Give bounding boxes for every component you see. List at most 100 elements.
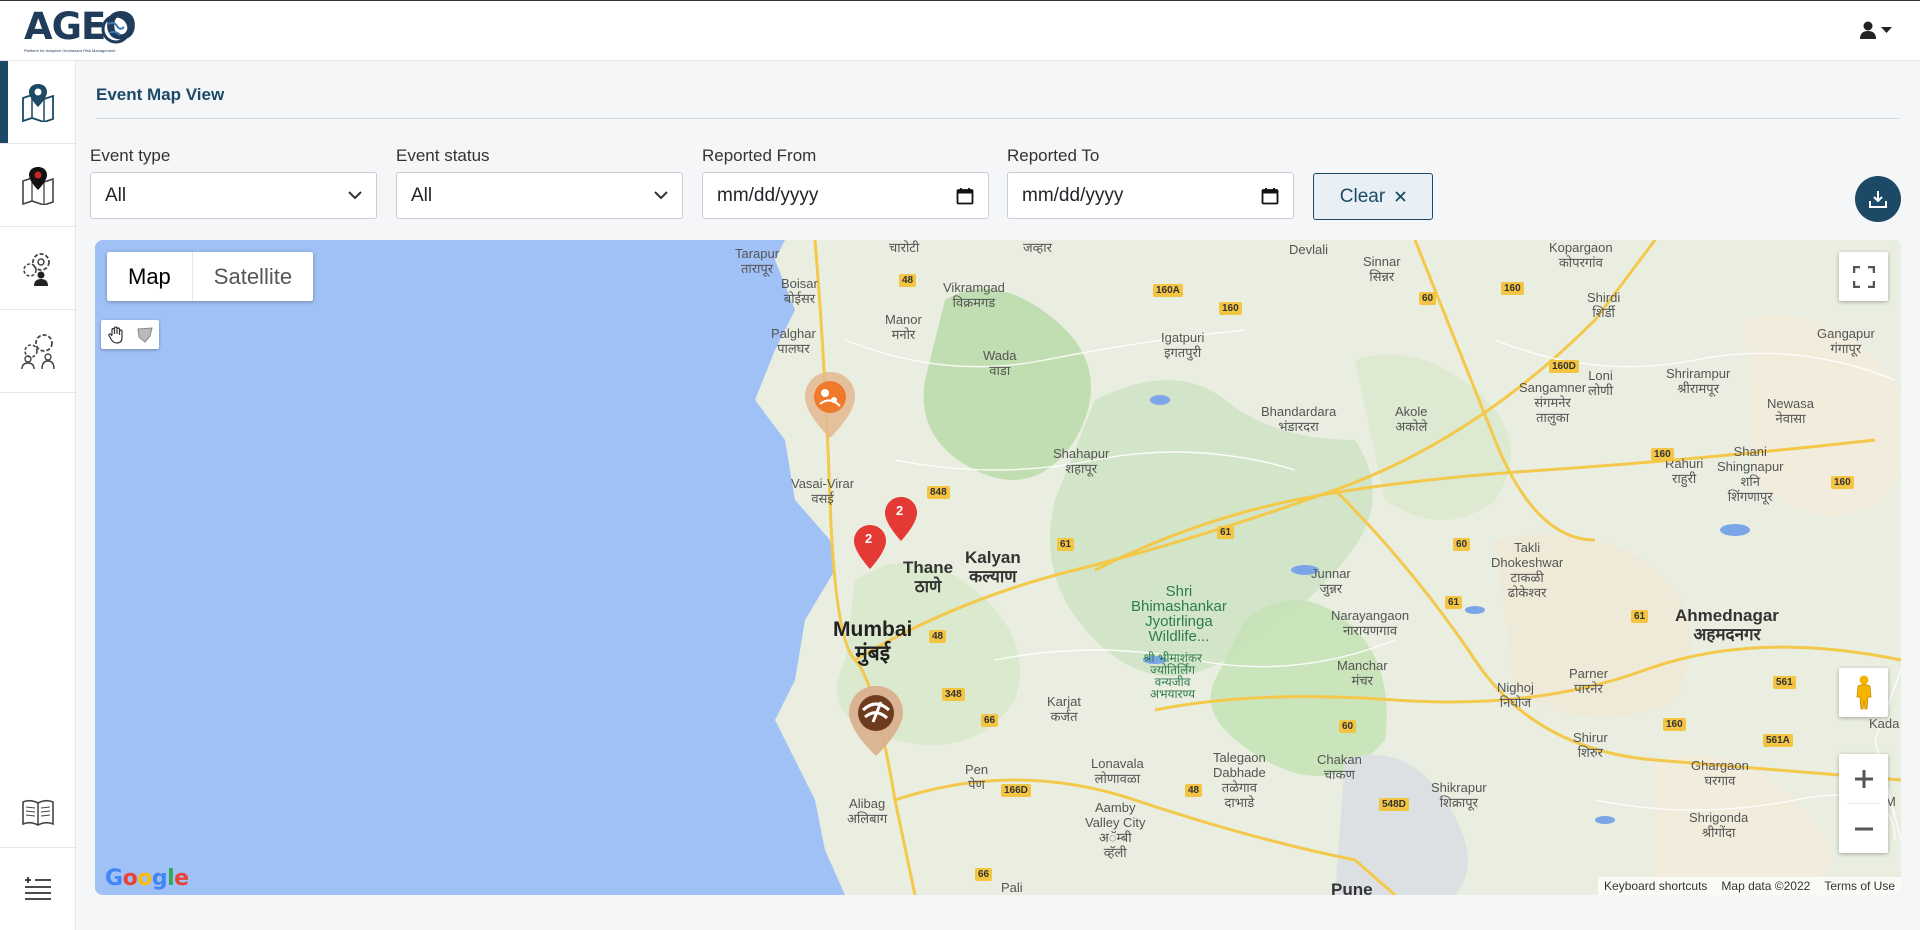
road-shield: 160: [1501, 282, 1524, 295]
road-shield: 561: [1773, 676, 1796, 689]
sidebar-item-location-map[interactable]: [0, 144, 75, 227]
event-cluster-marker[interactable]: [853, 524, 887, 570]
reported-from-label: Reported From: [702, 146, 817, 165]
zoom-control: [1839, 754, 1888, 853]
event-type-value: All: [105, 184, 127, 206]
road-shield: 61: [1631, 610, 1649, 623]
street-view-button[interactable]: [1839, 668, 1888, 717]
page-title: Event Map View: [96, 85, 225, 104]
pan-hand-button[interactable]: [101, 320, 130, 349]
road-shield: 60: [1339, 720, 1357, 733]
map-type-satellite-button[interactable]: Satellite: [193, 252, 313, 301]
user-menu[interactable]: [1860, 21, 1892, 39]
chevron-down-icon: [654, 191, 668, 200]
fullscreen-icon: [1852, 265, 1875, 288]
event-type-filter: Event type All: [90, 146, 377, 219]
road-shield: 66: [981, 714, 999, 727]
road-shield: 160: [1219, 302, 1242, 315]
terms-of-use-link[interactable]: Terms of Use: [1824, 879, 1895, 893]
sidebar-toggle-button[interactable]: [0, 847, 76, 930]
minus-icon: [1854, 827, 1873, 830]
close-icon: [1395, 191, 1406, 202]
hand-icon: [107, 325, 123, 344]
road-shield: 66: [975, 868, 993, 881]
road-shield: 548D: [1379, 798, 1409, 811]
download-button[interactable]: [1855, 176, 1901, 222]
reported-from-placeholder: mm/dd/yyyy: [717, 184, 819, 206]
calendar-icon[interactable]: [1261, 187, 1279, 205]
sidebar-item-docs[interactable]: [0, 783, 76, 843]
book-icon: [22, 799, 54, 826]
chevron-down-icon: [348, 191, 362, 200]
road-shield: 61: [1217, 526, 1235, 539]
road-shield: 160: [1663, 718, 1686, 731]
reported-to-filter: Reported To mm/dd/yyyy: [1007, 146, 1294, 219]
fullscreen-button[interactable]: [1839, 252, 1888, 301]
road-shield: 848: [927, 486, 950, 499]
reported-from-date-input[interactable]: mm/dd/yyyy: [702, 172, 989, 219]
polygon-icon: [136, 326, 153, 343]
road-shield: 160A: [1153, 284, 1183, 297]
user-icon: [1860, 21, 1876, 39]
flood-event-marker[interactable]: [847, 684, 905, 758]
road-shield: 48: [1185, 784, 1203, 797]
clear-filters-button[interactable]: Clear: [1313, 173, 1433, 220]
event-status-select[interactable]: All: [396, 172, 683, 219]
map-type-control: Map Satellite: [107, 252, 314, 301]
event-type-label: Event type: [90, 146, 171, 165]
user-gears-icon: [22, 253, 50, 286]
sidebar-item-user-management[interactable]: [0, 227, 75, 310]
road-shield: 166D: [1001, 784, 1031, 797]
main-content: Event Map View Event type All Event stat…: [76, 61, 1920, 930]
globe-icon: [101, 14, 131, 44]
road-shield: 561A: [1763, 734, 1793, 747]
draw-polygon-button[interactable]: [130, 320, 159, 349]
google-logo[interactable]: Google: [105, 866, 189, 891]
reported-from-filter: Reported From mm/dd/yyyy: [702, 146, 989, 219]
sidebar: [0, 61, 76, 930]
road-shield: 160: [1651, 448, 1674, 461]
road-shield: 61: [1057, 538, 1075, 551]
keyboard-shortcuts-link[interactable]: Keyboard shortcuts: [1604, 879, 1707, 893]
road-shield: 160: [1831, 476, 1854, 489]
drawing-toolbar: [101, 320, 159, 349]
title-divider: [96, 118, 1899, 119]
road-shield: 348: [942, 688, 965, 701]
road-shield: 48: [929, 630, 947, 643]
caret-down-icon: [1881, 26, 1892, 33]
reported-to-placeholder: mm/dd/yyyy: [1022, 184, 1124, 206]
event-status-value: All: [411, 184, 433, 206]
location-map-icon: [21, 167, 54, 205]
top-bar: AGEO Platform for Adaptive Geohazard Ris…: [0, 0, 1920, 61]
map-type-map-button[interactable]: Map: [107, 252, 192, 301]
event-status-filter: Event status All: [396, 146, 683, 219]
road-shield: 60: [1453, 538, 1471, 551]
map-data-text: Map data ©2022: [1721, 879, 1811, 893]
event-map[interactable]: Tarapur तारापूर Boisar बोईसर Palghar पालघर …: [95, 240, 1901, 895]
road-shield: 48: [899, 274, 917, 287]
reported-to-date-input[interactable]: mm/dd/yyyy: [1007, 172, 1294, 219]
road-shield: 60: [1419, 292, 1437, 305]
menu-toggle-icon: [25, 877, 51, 900]
pegman-icon: [1856, 675, 1871, 709]
download-icon: [1869, 191, 1887, 208]
plus-icon: [1854, 769, 1873, 788]
calendar-icon[interactable]: [956, 187, 974, 205]
zoom-out-button[interactable]: [1839, 804, 1888, 853]
landslide-event-marker[interactable]: [803, 370, 857, 440]
logo-tagline: Platform for Adaptive Geohazard Risk Man…: [24, 48, 116, 53]
users-gears-icon: [20, 334, 55, 369]
sidebar-item-event-map[interactable]: [0, 61, 75, 144]
event-cluster-marker[interactable]: [884, 496, 918, 542]
app-logo[interactable]: AGEO Platform for Adaptive Geohazard Ris…: [24, 7, 137, 57]
zoom-in-button[interactable]: [1839, 754, 1888, 803]
map-canvas[interactable]: [95, 240, 1901, 895]
reported-to-label: Reported To: [1007, 146, 1100, 165]
event-status-label: Event status: [396, 146, 490, 165]
event-type-select[interactable]: All: [90, 172, 377, 219]
sidebar-item-team-management[interactable]: [0, 310, 75, 393]
map-pin-icon: [21, 84, 54, 122]
map-attribution: Keyboard shortcuts Map data ©2022 Terms …: [1598, 877, 1901, 895]
road-shield: 160D: [1549, 360, 1579, 373]
road-shield: 61: [1445, 596, 1463, 609]
